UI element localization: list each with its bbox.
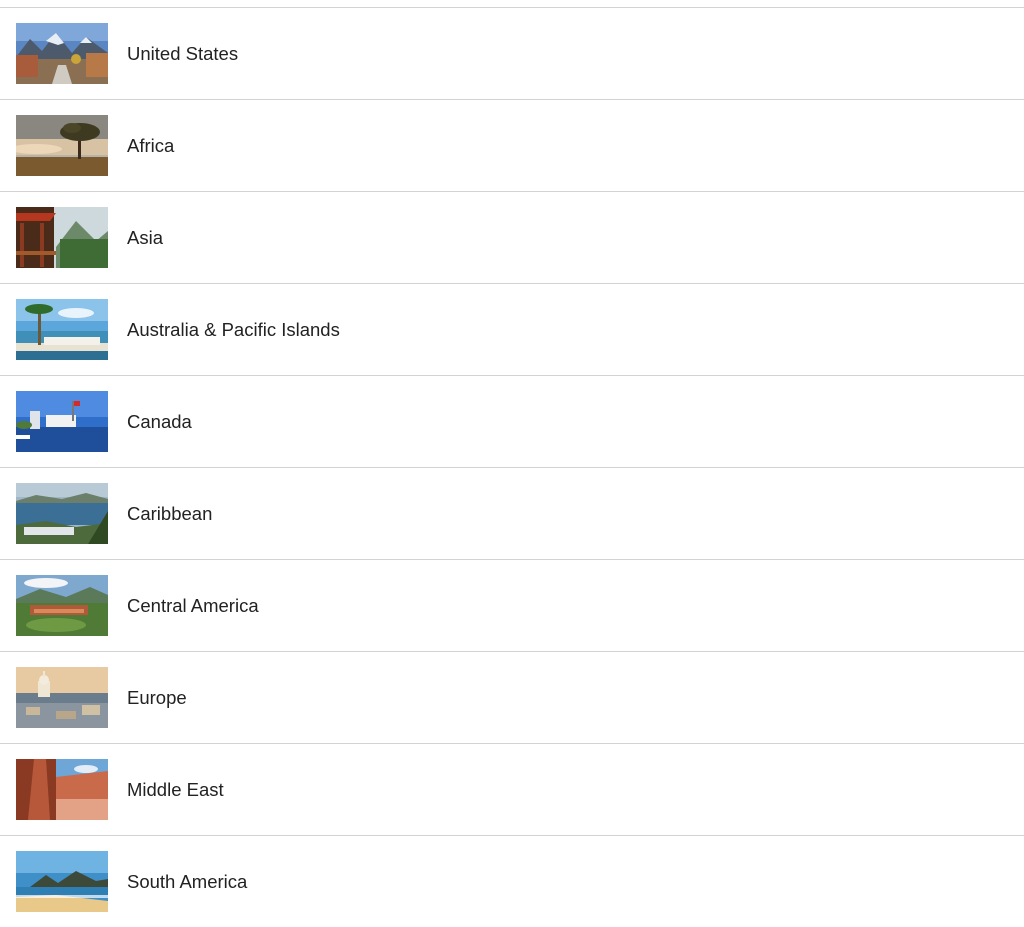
region-thumbnail-united-states[interactable] xyxy=(16,23,108,84)
region-label[interactable]: Asia xyxy=(127,192,163,283)
region-label[interactable]: United States xyxy=(127,8,238,99)
region-thumbnail-south-america[interactable] xyxy=(16,851,108,912)
region-label[interactable]: Middle East xyxy=(127,744,224,835)
region-item-middle-east[interactable]: Middle East xyxy=(0,743,1024,835)
region-thumbnail-caribbean[interactable] xyxy=(16,483,108,544)
region-list: United States Africa Asia Australia & Pa… xyxy=(0,7,1024,927)
region-item-canada[interactable]: Canada xyxy=(0,375,1024,467)
region-label[interactable]: Central America xyxy=(127,560,259,651)
region-thumbnail-canada[interactable] xyxy=(16,391,108,452)
region-thumbnail-africa[interactable] xyxy=(16,115,108,176)
region-thumbnail-asia[interactable] xyxy=(16,207,108,268)
region-label[interactable]: Australia & Pacific Islands xyxy=(127,284,340,375)
region-thumbnail-europe[interactable] xyxy=(16,667,108,728)
region-item-south-america[interactable]: South America xyxy=(0,835,1024,927)
region-item-asia[interactable]: Asia xyxy=(0,191,1024,283)
region-item-europe[interactable]: Europe xyxy=(0,651,1024,743)
region-thumbnail-central-america[interactable] xyxy=(16,575,108,636)
region-label[interactable]: South America xyxy=(127,836,247,927)
region-label[interactable]: Europe xyxy=(127,652,187,743)
region-thumbnail-australia-pacific-islands[interactable] xyxy=(16,299,108,360)
region-item-australia-pacific-islands[interactable]: Australia & Pacific Islands xyxy=(0,283,1024,375)
region-thumbnail-middle-east[interactable] xyxy=(16,759,108,820)
region-label[interactable]: Canada xyxy=(127,376,192,467)
region-item-africa[interactable]: Africa xyxy=(0,99,1024,191)
region-label[interactable]: Africa xyxy=(127,100,174,191)
region-label[interactable]: Caribbean xyxy=(127,468,212,559)
region-item-caribbean[interactable]: Caribbean xyxy=(0,467,1024,559)
region-item-united-states[interactable]: United States xyxy=(0,7,1024,99)
region-item-central-america[interactable]: Central America xyxy=(0,559,1024,651)
